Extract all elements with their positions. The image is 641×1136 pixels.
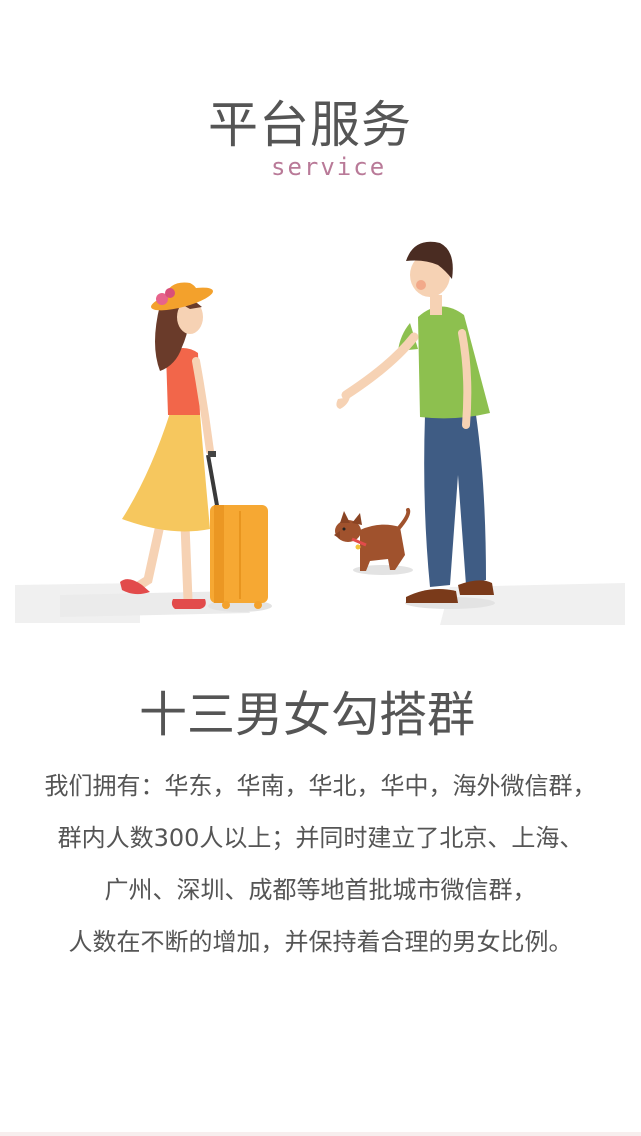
title-block: 平台服务 service: [0, 84, 641, 194]
description-line: 广州、深圳、成都等地首批城市微信群，: [104, 876, 537, 904]
description-line: 群内人数300人以上；并同时建立了北京、上海、: [57, 824, 584, 852]
section-description: 我们拥有：华东，华南，华北，华中，海外微信群， 群内人数300人以上；并同时建立…: [0, 760, 641, 968]
page-title: 平台服务: [208, 96, 412, 154]
dog-icon: [334, 508, 411, 571]
page-subtitle: service: [271, 153, 387, 181]
bottom-divider: [0, 1132, 641, 1136]
description-line: 人数在不断的增加，并保持着合理的男女比例。: [68, 928, 573, 956]
section-heading: 十三男女勾搭群: [138, 687, 475, 743]
page: 平台服务 service 十三男女勾搭群 我们拥有：华东，华南，华北，华中，海外…: [0, 0, 641, 1136]
woman-figure: [120, 282, 214, 609]
suitcase-icon: [206, 451, 268, 609]
description-line: 我们拥有：华东，华南，华北，华中，海外微信群，: [44, 772, 597, 800]
couple-with-dog-illustration: [0, 225, 641, 635]
ground-shadow: [15, 565, 625, 625]
